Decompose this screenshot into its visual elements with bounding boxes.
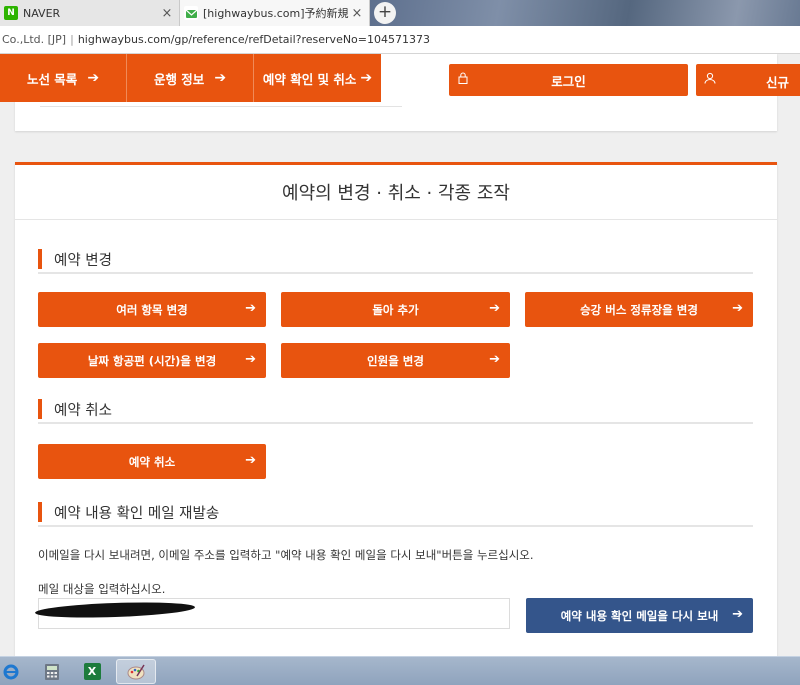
arrow-right-icon: ➔ [245,301,256,316]
nav-label: 노선 목록 [26,71,78,87]
tab-close-icon[interactable]: × [349,6,365,21]
ie-glyph-icon [3,664,19,679]
naver-favicon-icon: N [4,6,18,20]
button-label: 날짜 항공편 (시간)을 변경 [87,353,217,368]
change-section-header: 예약 변경 [38,246,753,274]
resend-description: 이메일을 다시 보내려면, 이메일 주소를 입력하고 "예약 내용 확인 메일을… [38,548,534,562]
envelope-icon [185,9,197,18]
lock-icon [458,72,468,84]
arrow-right-icon: ➔ [214,70,227,86]
arrow-right-icon: ➔ [489,352,500,367]
nav-label: 운행 정보 [153,71,205,87]
nav-reservation-check[interactable]: 예약 확인 및 취소 ➔ [254,54,381,102]
arrow-right-icon: ➔ [245,453,256,468]
email-input-label: 메일 대상을 입력하십시오. [38,582,166,596]
change-multiple-items-button[interactable]: 여러 항목 변경 ➔ [38,292,266,327]
page-title: 예약의 변경 · 취소 · 각종 조작 [15,165,777,220]
section-accent-bar [38,502,42,522]
login-button[interactable]: 로그인 [449,64,688,96]
ie-icon[interactable] [0,659,22,684]
tab-naver[interactable]: N NAVER × [0,0,180,26]
user-icon [704,72,716,84]
nav-service-info[interactable]: 운행 정보 ➔ [127,54,254,102]
excel-glyph-icon: X [83,663,101,680]
desktop-background [370,0,800,26]
section-accent-bar [38,399,42,419]
tab-close-icon[interactable]: × [159,6,175,21]
cancel-reservation-button[interactable]: 예약 취소 ➔ [38,444,266,479]
address-bar[interactable]: Co.,Ltd. [JP] | highwaybus.com/gp/refere… [0,26,800,54]
site-identity[interactable]: Co.,Ltd. [JP] [2,33,66,46]
arrow-right-icon: ➔ [489,301,500,316]
reservation-operations-card: 예약의 변경 · 취소 · 각종 조작 예약 변경 여러 항목 변경 ➔ 돌아 … [15,162,777,656]
arrow-right-icon: ➔ [732,607,743,622]
page-content: 노선 목록 ➔ 운행 정보 ➔ 예약 확인 및 취소 ➔ 로그인 신규 예약의 … [0,54,800,656]
tab-title: NAVER [23,6,61,20]
arrow-right-icon: ➔ [360,70,373,86]
button-label: 승강 버스 정류장을 변경 [580,302,698,317]
add-return-button[interactable]: 돌아 추가 ➔ [281,292,510,327]
section-heading: 예약 내용 확인 메일 재발송 [54,505,220,522]
change-passengers-button[interactable]: 인원을 변경 ➔ [281,343,510,378]
nav-route-list[interactable]: 노선 목록 ➔ [0,54,127,102]
button-label: 돌아 추가 [372,302,419,317]
paint-icon[interactable] [116,659,156,684]
resend-section-header: 예약 내용 확인 메일 재발송 [38,499,753,527]
button-label: 여러 항목 변경 [116,302,188,317]
excel-icon[interactable]: X [74,659,110,684]
arrow-right-icon: ➔ [87,70,100,86]
section-heading: 예약 취소 [54,402,112,419]
nav-label: 예약 확인 및 취소 [262,71,357,87]
login-label: 로그인 [551,73,586,89]
main-nav: 노선 목록 ➔ 운행 정보 ➔ 예약 확인 및 취소 ➔ [0,54,440,102]
mail-favicon-icon [184,6,198,20]
address-separator: | [70,33,74,46]
calculator-glyph-icon [45,663,59,680]
new-tab-button[interactable]: + [374,2,396,24]
button-label: 예약 내용 확인 메일을 다시 보내 [560,608,719,623]
button-label: 인원을 변경 [367,353,424,368]
cancel-section-header: 예약 취소 [38,396,753,424]
signup-label: 신규 [766,75,790,90]
arrow-right-icon: ➔ [732,301,743,316]
change-bus-stop-button[interactable]: 승강 버스 정류장을 변경 ➔ [525,292,753,327]
os-taskbar: X [0,656,800,685]
calculator-icon[interactable] [34,659,70,684]
change-date-time-button[interactable]: 날짜 항공편 (시간)을 변경 ➔ [38,343,266,378]
arrow-right-icon: ➔ [245,352,256,367]
tab-highwaybus[interactable]: [highwaybus.com]予約新規受付 × [180,0,370,26]
signup-button[interactable]: 신규 [696,64,800,96]
browser-tab-bar: N NAVER × [highwaybus.com]予約新規受付 × + [0,0,800,26]
address-url[interactable]: highwaybus.com/gp/reference/refDetail?re… [78,33,430,46]
tab-title: [highwaybus.com]予約新規受付 [203,7,349,20]
section-heading: 예약 변경 [54,252,112,269]
resend-email-button[interactable]: 예약 내용 확인 메일을 다시 보내 ➔ [526,598,753,633]
button-label: 예약 취소 [128,454,176,469]
divider [40,106,402,107]
paint-glyph-icon [127,664,145,679]
section-accent-bar [38,249,42,269]
